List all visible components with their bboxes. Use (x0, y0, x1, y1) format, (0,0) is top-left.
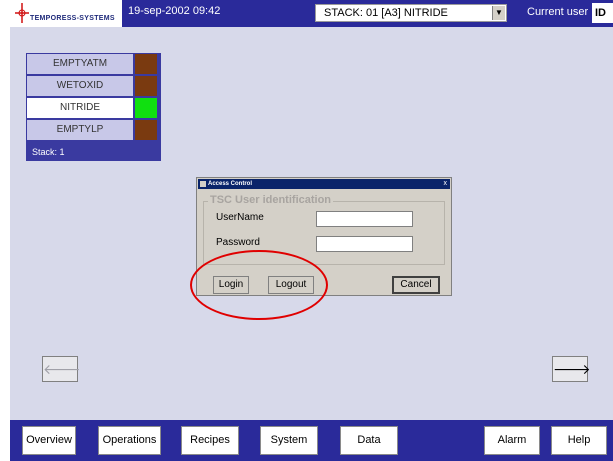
current-user-value: ID (592, 3, 613, 23)
stack-row-status (135, 98, 157, 118)
dialog-title: Access Control (208, 181, 253, 187)
overview-button[interactable]: Overview (22, 426, 76, 455)
stack-footer: Stack: 1 (32, 147, 65, 157)
username-label: UserName (216, 212, 264, 223)
stack-row[interactable]: EMPTYATM (26, 53, 161, 75)
stack-panel: EMPTYATM WETOXID NITRIDE EMPTYLP Stack: … (26, 53, 161, 161)
stack-row-label: NITRIDE (27, 98, 133, 118)
stack-row-status (135, 54, 157, 74)
highlight-ring (190, 250, 328, 320)
stack-row-status (135, 120, 157, 140)
dialog-titlebar: Access Control x (198, 179, 450, 189)
current-user-label: Current user (527, 6, 589, 18)
logo: TEMPORESS-SYSTEMS (10, 0, 122, 27)
stack-row-status (135, 76, 157, 96)
stack-row[interactable]: WETOXID (26, 75, 161, 97)
logo-mark-icon (15, 3, 29, 23)
system-button[interactable]: System (260, 426, 318, 455)
group-title: TSC User identification (208, 194, 334, 206)
dialog-app-icon (200, 181, 206, 187)
username-field[interactable] (316, 211, 413, 227)
stack-row-label: WETOXID (27, 76, 133, 96)
stack-row-label: EMPTYATM (27, 54, 133, 74)
help-button[interactable]: Help (551, 426, 607, 455)
stack-row[interactable]: NITRIDE (26, 97, 161, 119)
datetime: 19-sep-2002 09:42 (128, 5, 221, 17)
operations-button[interactable]: Operations (98, 426, 161, 455)
recipes-button[interactable]: Recipes (181, 426, 239, 455)
left-arrow-icon: 🡐 (43, 361, 81, 377)
password-field[interactable] (316, 236, 413, 252)
stack-select[interactable]: STACK: 01 [A3] NITRIDE ▼ (315, 4, 507, 22)
dropdown-arrow-icon[interactable]: ▼ (492, 6, 505, 20)
stack-row-label: EMPTYLP (27, 120, 133, 140)
top-bar: TEMPORESS-SYSTEMS 19-sep-2002 09:42 STAC… (10, 0, 613, 27)
prev-button[interactable]: 🡐 (42, 356, 81, 382)
password-label: Password (216, 237, 260, 248)
data-button[interactable]: Data (340, 426, 398, 455)
logo-text: TEMPORESS-SYSTEMS (30, 15, 115, 22)
next-button[interactable]: 🡒 (552, 356, 591, 382)
bottom-bar: Overview Operations Recipes System Data … (10, 420, 613, 461)
close-icon[interactable]: x (444, 179, 448, 189)
stack-row[interactable]: EMPTYLP (26, 119, 161, 141)
cancel-button[interactable]: Cancel (392, 276, 440, 294)
right-arrow-icon: 🡒 (553, 361, 591, 377)
stack-select-value: STACK: 01 [A3] NITRIDE (324, 7, 448, 19)
alarm-button[interactable]: Alarm (484, 426, 540, 455)
app-window: TEMPORESS-SYSTEMS 19-sep-2002 09:42 STAC… (10, 0, 613, 461)
